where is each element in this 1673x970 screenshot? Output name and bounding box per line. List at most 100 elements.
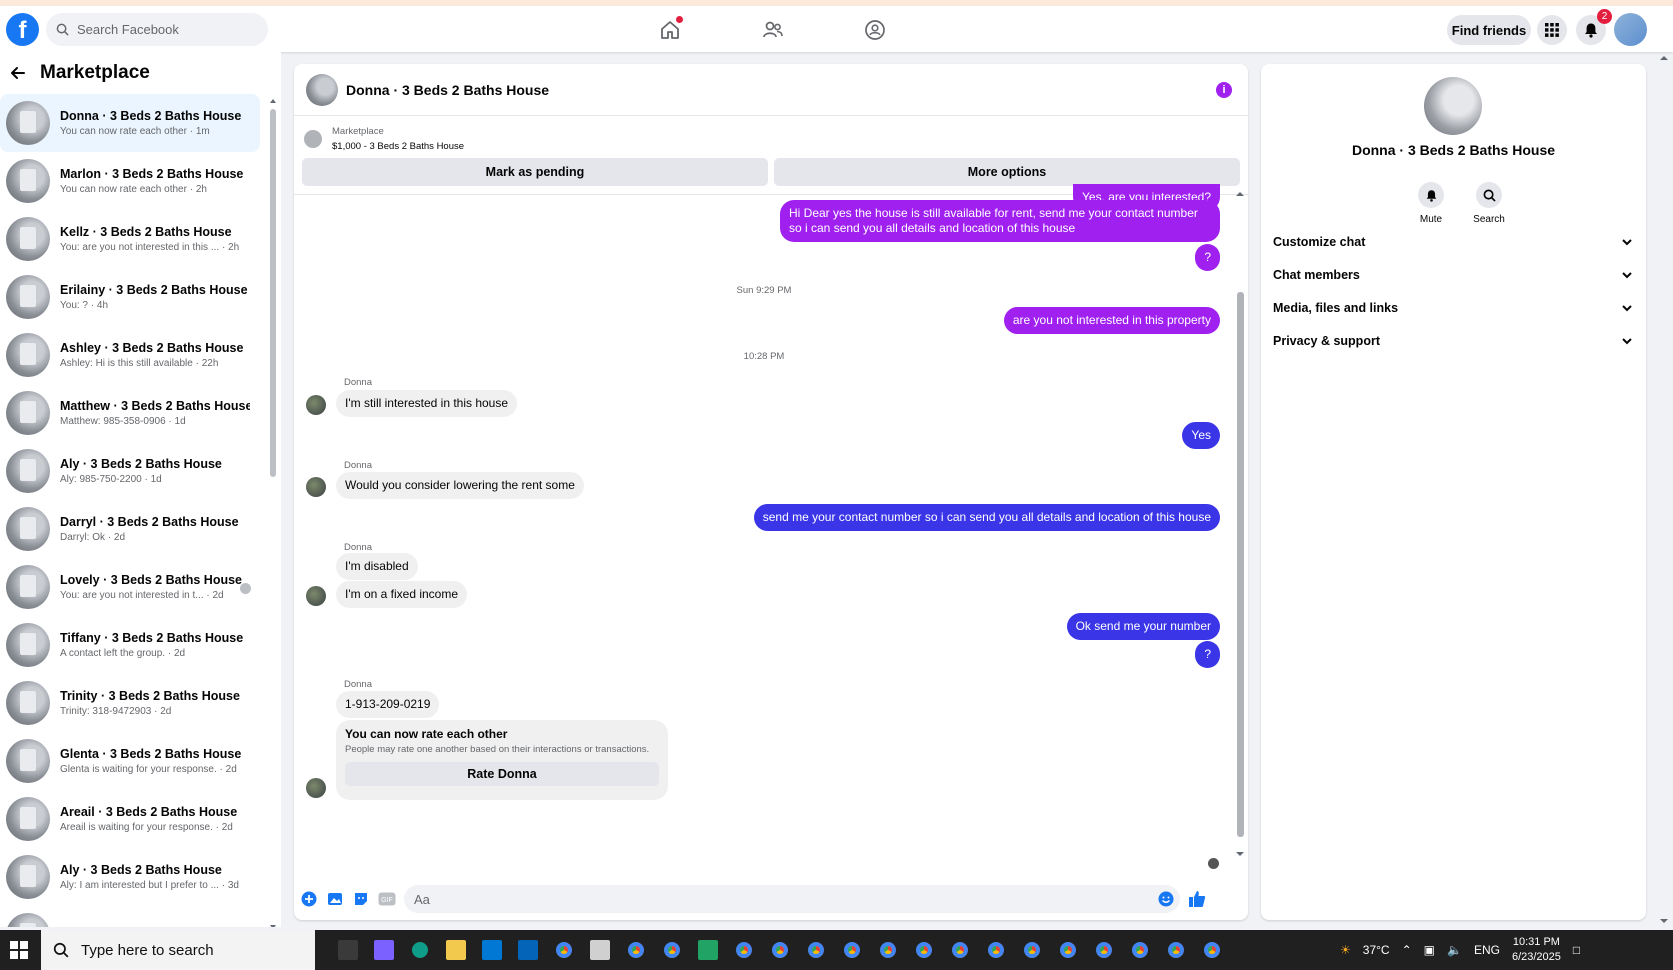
- search-conversation-button[interactable]: Search: [1459, 182, 1519, 225]
- mute-button[interactable]: Mute: [1401, 182, 1461, 225]
- profile-avatar[interactable]: [1614, 13, 1647, 46]
- grid-menu-icon: [1545, 23, 1559, 37]
- conversation-item[interactable]: Glenta · 3 Beds 2 Baths House Glenta is w…: [0, 732, 260, 790]
- message-input[interactable]: Aa: [404, 885, 1180, 913]
- chrome-icon[interactable]: [732, 938, 756, 962]
- chat-scrollbar[interactable]: [1234, 190, 1246, 858]
- chrome-icon[interactable]: [624, 938, 648, 962]
- taskbar-search-placeholder: Type here to search: [81, 941, 214, 959]
- bell-icon: [1426, 189, 1436, 202]
- menu-button[interactable]: [1537, 15, 1567, 45]
- mark-as-pending-button[interactable]: Mark as pending: [302, 158, 768, 186]
- gif-button[interactable]: GIF: [378, 890, 396, 908]
- more-options-button[interactable]: More options: [774, 158, 1240, 186]
- chrome-icon[interactable]: [1092, 938, 1116, 962]
- outgoing-message: are you not interested in this property: [1003, 307, 1220, 334]
- chat-scroll-thumb[interactable]: [1237, 292, 1244, 837]
- chrome-icon[interactable]: [912, 938, 936, 962]
- conversation-item[interactable]: Erilainy · 3 Beds 2 Baths House You: ? · …: [0, 268, 260, 326]
- conversation-item[interactable]: Steven · 3 Beds 2 Baths House: [0, 906, 260, 927]
- chrome-icon[interactable]: [984, 938, 1008, 962]
- file-explorer-icon[interactable]: [444, 938, 468, 962]
- conversation-item[interactable]: Darryl · 3 Beds 2 Baths House Darryl: Ok …: [0, 500, 260, 558]
- info-panel-row[interactable]: Privacy & support: [1273, 326, 1633, 356]
- sidebar-scroll-thumb[interactable]: [270, 109, 276, 477]
- chat-title[interactable]: Donna · 3 Beds 2 Baths House: [346, 82, 549, 98]
- conversation-item[interactable]: Lovely · 3 Beds 2 Baths House You: are yo…: [0, 558, 260, 616]
- scroll-down-arrow-icon[interactable]: [269, 923, 277, 927]
- copilot-icon[interactable]: [372, 938, 396, 962]
- sheets-icon[interactable]: [696, 938, 720, 962]
- conversation-item[interactable]: Ashley · 3 Beds 2 Baths House Ashley: Hi …: [0, 326, 260, 384]
- conversation-item[interactable]: Matthew · 3 Beds 2 Baths House Matthew: 9…: [0, 384, 260, 442]
- chrome-icon[interactable]: [948, 938, 972, 962]
- chrome-icon[interactable]: [804, 938, 828, 962]
- rate-donna-button[interactable]: Rate Donna: [345, 762, 659, 786]
- scroll-up-arrow-icon[interactable]: [269, 97, 277, 105]
- info-panel-row[interactable]: Media, files and links: [1273, 293, 1633, 323]
- conversation-item[interactable]: Areail · 3 Beds 2 Baths House Areail is w…: [0, 790, 260, 848]
- conversation-item[interactable]: Aly · 3 Beds 2 Baths House Aly: I am inte…: [0, 848, 260, 906]
- scroll-up-arrow-icon[interactable]: [1659, 54, 1669, 62]
- info-panel-row[interactable]: Chat members: [1273, 260, 1633, 290]
- clock[interactable]: 10:31 PM 6/23/2025: [1512, 935, 1561, 965]
- chrome-icon[interactable]: [1200, 938, 1224, 962]
- sticker-button[interactable]: [352, 890, 370, 908]
- facebook-search-input[interactable]: Search Facebook: [46, 13, 268, 46]
- tray-chevron-icon[interactable]: ⌃: [1402, 943, 1412, 957]
- page-scrollbar[interactable]: [1655, 52, 1673, 927]
- volume-icon[interactable]: 🔈: [1447, 943, 1462, 957]
- attach-photo-button[interactable]: [326, 890, 344, 908]
- chrome-icon[interactable]: [552, 938, 576, 962]
- conversation-item[interactable]: Kellz · 3 Beds 2 Baths House You: are you…: [0, 210, 260, 268]
- edge-browser-icon[interactable]: [408, 938, 432, 962]
- scroll-up-arrow-icon[interactable]: [1235, 190, 1245, 198]
- like-send-button[interactable]: [1188, 890, 1206, 908]
- chrome-icon[interactable]: [1164, 938, 1188, 962]
- taskbar-search-box[interactable]: Type here to search: [41, 930, 315, 970]
- temperature[interactable]: 37°C: [1363, 943, 1390, 957]
- chrome-icon[interactable]: [660, 938, 684, 962]
- emoji-icon[interactable]: [1158, 891, 1174, 907]
- conversation-item[interactable]: Aly · 3 Beds 2 Baths House Aly: 985-750-2…: [0, 442, 260, 500]
- outlook-icon[interactable]: [516, 938, 540, 962]
- groups-nav-button[interactable]: [862, 17, 888, 43]
- weather-icon[interactable]: ☀: [1340, 943, 1351, 957]
- network-icon[interactable]: ▣: [1424, 943, 1435, 957]
- chat-avatar[interactable]: [306, 73, 338, 106]
- chrome-icon[interactable]: [876, 938, 900, 962]
- chrome-icon[interactable]: [1056, 938, 1080, 962]
- info-icon[interactable]: i: [1216, 82, 1232, 98]
- chrome-icon[interactable]: [768, 938, 792, 962]
- facebook-logo-icon[interactable]: f: [6, 13, 39, 46]
- notification-center-icon[interactable]: □: [1573, 943, 1580, 957]
- conversation-item[interactable]: Marlon · 3 Beds 2 Baths House You can now…: [0, 152, 260, 210]
- conversation-item[interactable]: Tiffany · 3 Beds 2 Baths House A contact …: [0, 616, 260, 674]
- chrome-icon[interactable]: [1128, 938, 1152, 962]
- store-icon[interactable]: [480, 938, 504, 962]
- back-arrow-icon[interactable]: [10, 65, 26, 81]
- sender-avatar[interactable]: [306, 778, 326, 798]
- chrome-icon[interactable]: [840, 938, 864, 962]
- start-button[interactable]: [10, 941, 28, 964]
- more-actions-button[interactable]: [300, 890, 318, 908]
- conversation-item[interactable]: Trinity · 3 Beds 2 Baths House Trinity: 3…: [0, 674, 260, 732]
- conversation-avatar[interactable]: [1424, 77, 1482, 135]
- notifications-button[interactable]: 2: [1576, 9, 1612, 45]
- sender-avatar[interactable]: [306, 395, 326, 415]
- scroll-down-arrow-icon[interactable]: [1235, 850, 1245, 858]
- paint-icon[interactable]: [588, 938, 612, 962]
- friends-nav-button[interactable]: [760, 17, 786, 43]
- scroll-down-arrow-icon[interactable]: [1659, 917, 1669, 925]
- task-view-icon[interactable]: [336, 938, 360, 962]
- find-friends-button[interactable]: Find friends: [1447, 15, 1531, 45]
- sidebar-scrollbar[interactable]: [269, 97, 277, 927]
- listing-summary[interactable]: Marketplace $1,000 - 3 Beds 2 Baths Hous…: [294, 116, 1248, 154]
- chrome-icon[interactable]: [1020, 938, 1044, 962]
- info-panel-row[interactable]: Customize chat: [1273, 227, 1633, 257]
- sender-avatar[interactable]: [306, 477, 326, 497]
- home-nav-button[interactable]: [657, 16, 683, 43]
- language-indicator[interactable]: ENG: [1474, 943, 1500, 957]
- sender-avatar[interactable]: [306, 586, 326, 606]
- conversation-item[interactable]: Donna · 3 Beds 2 Baths House You can now …: [0, 94, 260, 152]
